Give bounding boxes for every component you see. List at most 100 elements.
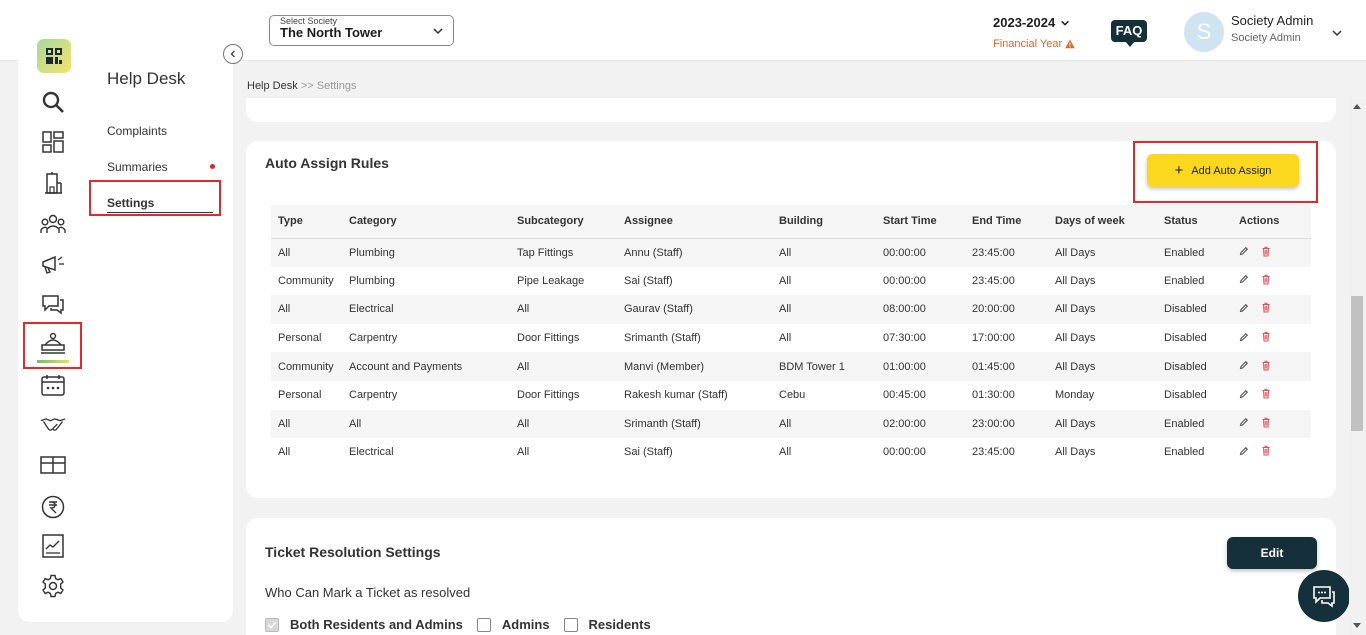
warning-icon [1065, 39, 1075, 49]
edit-pencil-icon[interactable] [1239, 303, 1249, 316]
table-cell: 00:00:00 [876, 238, 965, 267]
table-cell: 20:00:00 [965, 295, 1048, 324]
delete-trash-icon[interactable] [1261, 302, 1271, 316]
table-cell: Plumbing [342, 266, 510, 296]
edit-pencil-icon[interactable] [1239, 274, 1249, 287]
avatar[interactable]: S [1184, 12, 1224, 52]
sidebar-item-settings[interactable]: Settings [107, 196, 154, 210]
user-name: Society Admin [1231, 13, 1314, 28]
table-row: Personal Carpentry Door Fittings Srimanth (… [271, 323, 1311, 353]
society-select[interactable]: Select Society The North Tower [269, 15, 454, 46]
table-header-row: Type Category Subcategory Assignee Building S… [271, 205, 1311, 239]
edit-button[interactable]: Edit [1227, 537, 1317, 569]
table-cell: Enabled [1157, 238, 1232, 267]
collapse-sidebar-button[interactable] [223, 44, 243, 64]
ticket-resolution-card: Ticket Resolution Settings Edit Who Can … [246, 518, 1336, 635]
delete-trash-icon[interactable] [1261, 417, 1271, 431]
checkbox-both[interactable] [265, 617, 279, 632]
table-cell: 23:45:00 [965, 238, 1048, 267]
chevron-down-icon[interactable] [1331, 27, 1343, 39]
scroll-up-arrow[interactable] [1353, 104, 1361, 109]
financial-year-selector[interactable]: 2023-2024 Financial Year [993, 15, 1083, 50]
table-cell: Door Fittings [510, 380, 617, 410]
scroll-down-arrow[interactable] [1353, 623, 1361, 628]
sidebar-item-complaints[interactable]: Complaints [107, 124, 167, 138]
reports-icon[interactable] [40, 533, 66, 559]
table-cell: 01:00:00 [876, 352, 965, 381]
table-cell: All [271, 238, 342, 267]
table-row: Personal Carpentry Door Fittings Rakesh kum… [271, 380, 1311, 410]
table-cell: Sai (Staff) [617, 438, 772, 467]
column-header: Status [1157, 205, 1232, 239]
table-cell: All Days [1048, 238, 1157, 267]
delete-trash-icon[interactable] [1261, 274, 1271, 288]
table-cell: Carpentry [342, 323, 510, 353]
add-auto-assign-button[interactable]: + Add Auto Assign [1147, 154, 1299, 187]
table-cell: All [510, 295, 617, 324]
edit-pencil-icon[interactable] [1239, 246, 1249, 259]
delete-trash-icon[interactable] [1261, 246, 1271, 260]
ticket-resolution-title: Ticket Resolution Settings [265, 544, 441, 560]
checkbox-residents[interactable] [563, 617, 578, 632]
society-select-value: The North Tower [280, 25, 383, 40]
edit-pencil-icon[interactable] [1239, 360, 1249, 373]
delete-trash-icon[interactable] [1261, 360, 1271, 374]
community-icon[interactable] [40, 211, 66, 237]
amenities-icon[interactable] [40, 452, 66, 478]
chat-support-button[interactable] [1298, 570, 1350, 622]
table-cell: All [772, 295, 876, 324]
edit-pencil-icon[interactable] [1239, 332, 1249, 345]
app-logo-icon[interactable] [37, 39, 71, 73]
breadcrumb-root[interactable]: Help Desk [247, 80, 298, 92]
rupee-icon[interactable] [40, 494, 66, 520]
table-cell: 00:45:00 [876, 380, 965, 410]
delete-trash-icon[interactable] [1261, 388, 1271, 402]
edit-pencil-icon[interactable] [1239, 389, 1249, 402]
table-cell: Personal [271, 323, 342, 353]
table-cell: Cebu [772, 380, 876, 410]
table-cell: Personal [271, 380, 342, 410]
helpdesk-icon[interactable] [40, 331, 66, 357]
handshake-icon[interactable] [40, 412, 66, 438]
table-cell: All Days [1048, 323, 1157, 353]
dashboard-icon[interactable] [40, 129, 66, 155]
calendar-icon[interactable] [40, 372, 66, 398]
table-cell: Account and Payments [342, 352, 510, 381]
table-cell: 23:00:00 [965, 409, 1048, 439]
chevron-down-icon [1061, 20, 1070, 26]
settings-underline [107, 212, 213, 213]
delete-trash-icon[interactable] [1261, 445, 1271, 459]
building-icon[interactable] [40, 170, 66, 196]
edit-pencil-icon[interactable] [1239, 417, 1249, 430]
checkbox-admins[interactable] [476, 617, 491, 632]
table-row: All All All Srimanth (Staff) All 02:00:00 23:0… [271, 409, 1311, 439]
settings-icon[interactable] [40, 573, 66, 599]
table-cell: Disabled [1157, 323, 1232, 353]
table-cell: All [342, 409, 510, 439]
actions-cell [1232, 438, 1311, 467]
column-header: End Time [965, 205, 1048, 239]
delete-trash-icon[interactable] [1261, 331, 1271, 345]
chevron-down-icon [433, 28, 443, 35]
actions-cell [1232, 266, 1311, 296]
plus-icon: + [1174, 162, 1184, 179]
actions-cell [1232, 295, 1311, 324]
table-cell: All [271, 295, 342, 324]
announcement-icon[interactable] [40, 251, 66, 277]
table-row: All Electrical All Gaurav (Staff) All 08:00:0… [271, 295, 1311, 324]
faq-button[interactable]: FAQ [1111, 20, 1147, 47]
auto-assign-table: Type Category Subcategory Assignee Building S… [271, 205, 1311, 467]
table-cell: Sai (Staff) [617, 266, 772, 296]
sidebar-item-summaries[interactable]: Summaries [107, 160, 168, 174]
column-header: Actions [1232, 205, 1311, 239]
table-cell: 07:30:00 [876, 323, 965, 353]
table-cell: Community [271, 266, 342, 296]
search-icon[interactable] [40, 89, 66, 115]
table-cell: Disabled [1157, 352, 1232, 381]
chat-icon[interactable] [40, 291, 66, 317]
financial-year-value: 2023-2024 [993, 15, 1056, 30]
edit-pencil-icon[interactable] [1239, 446, 1249, 459]
resolution-question: Who Can Mark a Ticket as resolved [265, 585, 471, 600]
table-cell: All [271, 409, 342, 439]
scrollbar-thumb[interactable] [1351, 296, 1363, 431]
